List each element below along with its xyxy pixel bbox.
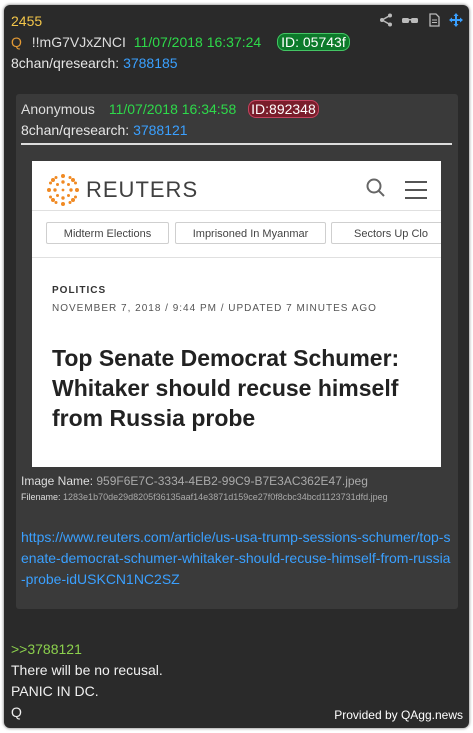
image-name-label: Image Name: [21, 474, 94, 488]
provided-by-credit: Provided by QAgg.news [334, 708, 463, 722]
reuters-dots-icon [47, 174, 79, 206]
quoted-id-badge[interactable]: ID:892348 [248, 100, 319, 118]
article-dateline: NOVEMBER 7, 2018 / 9:44 PM / UPDATED 7 M… [52, 303, 377, 314]
share-icon[interactable] [379, 13, 393, 27]
menu-icon [405, 181, 427, 205]
reply-reference-link[interactable]: >>3788121 [11, 641, 82, 657]
glasses-icon[interactable] [401, 13, 419, 27]
image-name-value: 959F6E7C-3334-4EB2-99C9-B7E3AC362E47.jpe… [96, 474, 368, 488]
quoted-thread-link[interactable]: 3788121 [133, 122, 188, 138]
poster-id-badge[interactable]: ID: 05743f [277, 33, 350, 51]
reuters-wordmark: REUTERS [86, 177, 199, 202]
chip-sectors: Sectors Up Clo [331, 222, 441, 244]
header-rule [32, 210, 441, 211]
article-headline: Top Senate Democrat Schumer: Whitaker sh… [52, 345, 400, 431]
tripcode: !!mG7VJxZNCI [31, 34, 126, 50]
message-line-2: PANIC IN DC. [11, 683, 99, 699]
attached-image[interactable]: REUTERS Midterm Elections Imprisoned In … [32, 161, 441, 467]
quoted-post: Anonymous 11/07/2018 16:34:58 ID:892348 … [16, 94, 458, 609]
q-indicator: Q [11, 34, 22, 50]
chip-midterm: Midterm Elections [46, 222, 169, 244]
divider [21, 143, 452, 145]
quoted-board-line: 8chan/qresearch: 3788121 [21, 122, 188, 138]
filename-label: Filename: [21, 492, 61, 502]
message-line-1: There will be no recusal. [11, 662, 163, 678]
search-icon [366, 178, 386, 201]
filename-line: Filename: 1283e1b70de29d8205f36135aaf14e… [21, 492, 388, 502]
filename-value: 1283e1b70de29d8205f36135aaf14e3871d159ce… [63, 492, 388, 502]
board-name: 8chan/qresearch: [11, 55, 120, 71]
chip-myanmar: Imprisoned In Myanmar [175, 222, 326, 244]
post-header: Q !!mG7VJxZNCI 11/07/2018 16:37:24 ID: 0… [11, 33, 350, 51]
thread-link[interactable]: 3788185 [123, 55, 178, 71]
quoted-header: Anonymous 11/07/2018 16:34:58 ID:892348 [21, 100, 319, 118]
move-icon[interactable] [449, 13, 463, 27]
post-datetime: 11/07/2018 16:37:24 [133, 34, 262, 50]
article-url-link[interactable]: https://www.reuters.com/article/us-usa-t… [21, 527, 451, 590]
quoted-datetime: 11/07/2018 16:34:58 [108, 101, 237, 117]
quoted-author: Anonymous [21, 101, 95, 117]
document-icon[interactable] [427, 13, 441, 27]
image-name-line: Image Name: 959F6E7C-3334-4EB2-99C9-B7E3… [21, 474, 368, 488]
message-line-3: Q [11, 704, 22, 720]
post-number: 2455 [11, 13, 43, 29]
article-section: POLITICS [52, 285, 107, 296]
reuters-logo: REUTERS [46, 173, 198, 207]
quoted-board-name: 8chan/qresearch: [21, 122, 130, 138]
post-toolbar [379, 13, 463, 27]
chip-rule [32, 257, 441, 258]
board-line: 8chan/qresearch: 3788185 [11, 55, 178, 71]
post-card: 2455 Q !!mG7VJxZNCI 11/07/2018 16:37:24 … [4, 5, 469, 728]
